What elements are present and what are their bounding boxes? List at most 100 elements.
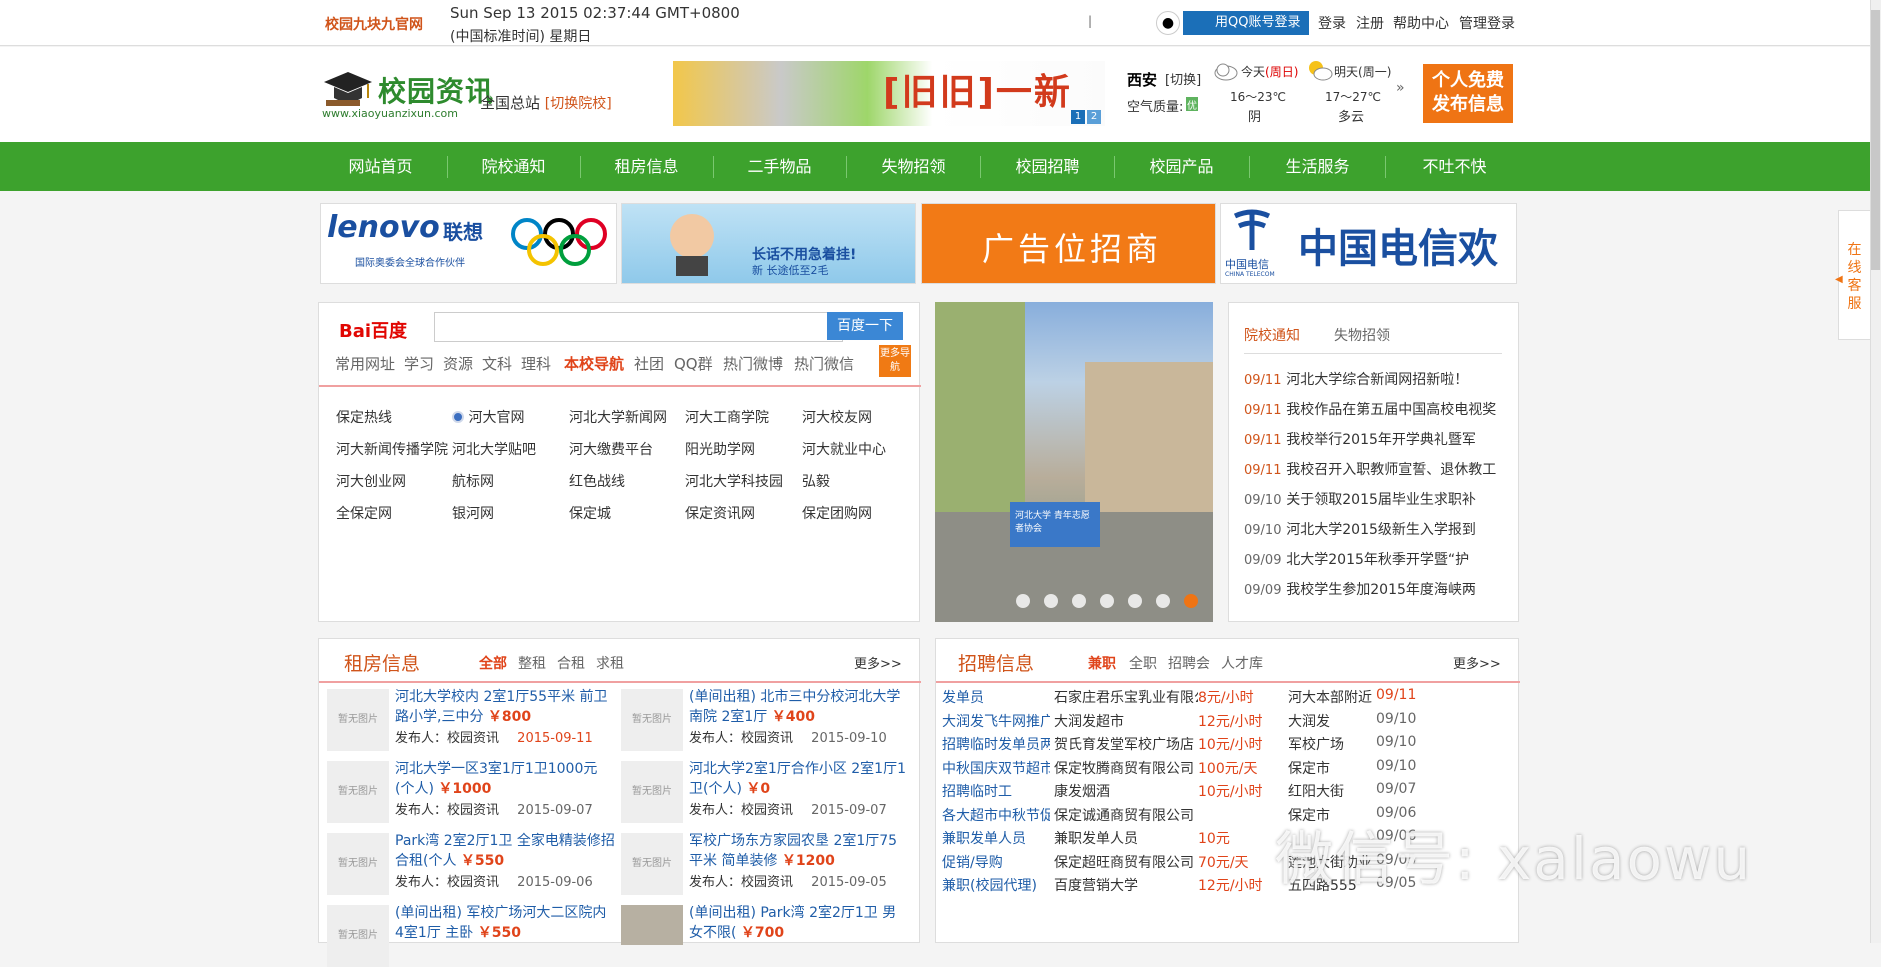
- job-row[interactable]: 招聘临时发单员两名贺氏育发堂军校广场店10元/小时 军校广场 09/10: [936, 734, 1520, 756]
- job-role[interactable]: 发单员: [942, 687, 1050, 707]
- rent-filter-shared[interactable]: 合租: [557, 653, 585, 673]
- job-role[interactable]: 兼职(校园代理): [942, 875, 1050, 895]
- nav-life-services[interactable]: 生活服务: [1251, 142, 1384, 191]
- rent-listing[interactable]: (单间出租) Park湾 2室2厅1卫 男女不限( ￥700: [689, 903, 909, 943]
- photo-slider[interactable]: 河北大学 青年志愿者协会: [935, 302, 1213, 622]
- nav-link[interactable]: 河大缴费平台: [569, 439, 653, 459]
- nav-link[interactable]: 阳光助学网: [685, 439, 755, 459]
- rent-listing[interactable]: (单间出租) 北市三中分校河北大学南院 2室1厅 ￥400 发布人：校园资讯 2…: [689, 687, 909, 746]
- register-link[interactable]: 注册: [1356, 13, 1384, 33]
- tab-common-sites[interactable]: 常用网址: [335, 353, 395, 374]
- nav-link[interactable]: 红色战线: [569, 471, 625, 491]
- search-input[interactable]: [434, 312, 843, 342]
- nav-link[interactable]: 河大新闻传播学院: [336, 439, 448, 459]
- job-role[interactable]: 中秋国庆双节超市临: [942, 758, 1050, 778]
- notice-item[interactable]: 09/11 我校作品在第五届中国高校电视奖: [1244, 399, 1496, 419]
- slide-dot[interactable]: [1128, 594, 1142, 608]
- rent-listing[interactable]: 军校广场东方家园农垦 2室1厅75平米 简单装修 ￥1200 发布人：校园资讯 …: [689, 831, 909, 890]
- qq-login-button[interactable]: ● 用QQ账号登录: [1156, 11, 1309, 35]
- jobs-filter-fair[interactable]: 招聘会: [1168, 653, 1210, 673]
- nav-link[interactable]: 保定团购网: [802, 503, 872, 523]
- notice-item[interactable]: 09/10 河北大学2015级新生入学报到: [1244, 519, 1476, 539]
- job-role[interactable]: 大润发飞牛网推广人: [942, 711, 1050, 731]
- nav-link[interactable]: 保定城: [569, 503, 611, 523]
- nav-school-notice[interactable]: 院校通知: [447, 142, 580, 191]
- tab-hot-weibo[interactable]: 热门微博: [723, 353, 783, 374]
- more-nav-button[interactable]: 更多导航: [879, 345, 911, 377]
- nav-link[interactable]: 银河网: [452, 503, 494, 523]
- nav-campus-jobs[interactable]: 校园招聘: [981, 142, 1114, 191]
- job-row[interactable]: 招聘临时工 康发烟酒 10元/小时 红阳大街 09/07: [936, 781, 1520, 803]
- job-row[interactable]: 发单员石家庄君乐宝乳业有限公司8元/小时 河大本部附近09/11: [936, 687, 1520, 709]
- notice-item[interactable]: 09/11 河北大学综合新闻网招新啦！: [1244, 369, 1468, 389]
- rent-filter-whole[interactable]: 整租: [518, 653, 546, 673]
- nav-link[interactable]: 全保定网: [336, 503, 392, 523]
- job-row[interactable]: 大润发飞牛网推广人大润发超市 12元/小时 大润发 09/10: [936, 711, 1520, 733]
- slide-dot[interactable]: [1156, 594, 1170, 608]
- slide-dot[interactable]: [1044, 594, 1058, 608]
- online-service-tab[interactable]: ◀ 在 线 客 服: [1835, 210, 1870, 340]
- notice-item[interactable]: 09/10 关于领取2015届毕业生求职补: [1244, 489, 1476, 509]
- slide-dot[interactable]: [1072, 594, 1086, 608]
- notice-item[interactable]: 09/11 我校举行2015年开学典礼暨军: [1244, 429, 1476, 449]
- header-banner-ad[interactable]: [旧旧]一新 1 2: [673, 61, 1105, 126]
- tab-qq-groups[interactable]: QQ群: [674, 353, 713, 374]
- city-switch-link[interactable]: [切换]: [1165, 69, 1201, 88]
- slide-dot[interactable]: [1100, 594, 1114, 608]
- rent-filter-wanted[interactable]: 求租: [596, 653, 624, 673]
- scrollbar-thumb[interactable]: [1871, 10, 1880, 270]
- switch-school-link[interactable]: [切换院校]: [545, 96, 612, 112]
- publish-info-button[interactable]: 个人免费 发布信息: [1423, 64, 1513, 123]
- tab-study[interactable]: 学习: [404, 353, 434, 374]
- tab-clubs[interactable]: 社团: [634, 353, 664, 374]
- nav-rent[interactable]: 租房信息: [580, 142, 713, 191]
- tab-hot-wechat[interactable]: 热门微信: [794, 353, 854, 374]
- job-row[interactable]: 中秋国庆双节超市临保定牧腾商贸有限公司100元/天 保定市 09/10: [936, 758, 1520, 780]
- nav-link[interactable]: 航标网: [452, 471, 494, 491]
- rent-listing[interactable]: 河北大学校内 2室1厅55平米 前卫路小学,三中分 ￥800 发布人：校园资讯 …: [395, 687, 615, 746]
- tab-school-nav[interactable]: 本校导航: [564, 353, 624, 374]
- nav-link[interactable]: 河大就业中心: [802, 439, 886, 459]
- nav-link[interactable]: 河北大学新闻网: [569, 407, 667, 427]
- notice-item[interactable]: 09/09 我校学生参加2015年度海峡两: [1244, 579, 1476, 599]
- job-role[interactable]: 各大超市中秋节促销: [942, 805, 1050, 825]
- notice-item[interactable]: 09/11 我校召开入职教师宣誓、退休教工: [1244, 459, 1496, 479]
- rent-listing[interactable]: 河北大学2室1厅合作小区 2室1厅1卫(个人) ￥0 发布人：校园资讯 2015…: [689, 759, 909, 818]
- ad-page-2[interactable]: 2: [1087, 110, 1101, 124]
- tab-arts[interactable]: 文科: [482, 353, 512, 374]
- job-role[interactable]: 招聘临时工: [942, 781, 1050, 801]
- job-role[interactable]: 兼职发单人员: [942, 828, 1050, 848]
- nav-link[interactable]: 河大创业网: [336, 471, 406, 491]
- baidu-search-button[interactable]: 百度一下: [827, 312, 903, 340]
- help-center-link[interactable]: 帮助中心: [1393, 13, 1449, 33]
- rent-listing[interactable]: (单间出租) 军校广场河大二区院内 4室1厅 主卧 ￥550: [395, 903, 615, 943]
- job-role[interactable]: 促销/导购: [942, 852, 1050, 872]
- weather-more-icon[interactable]: »: [1396, 80, 1405, 96]
- tab-lost-found[interactable]: 失物招领: [1334, 325, 1390, 345]
- login-link[interactable]: 登录: [1318, 13, 1346, 33]
- jobs-filter-talent[interactable]: 人才库: [1221, 653, 1263, 673]
- lenovo-ad[interactable]: lenovo 联想 国际奥委会全球合作伙伴: [320, 203, 617, 284]
- nav-link[interactable]: 河大官网: [452, 407, 524, 427]
- jobs-filter-fulltime[interactable]: 全职: [1129, 653, 1157, 673]
- nav-second-hand[interactable]: 二手物品: [713, 142, 846, 191]
- nav-link[interactable]: 保定资讯网: [685, 503, 755, 523]
- nav-link[interactable]: 保定热线: [336, 407, 392, 427]
- jobs-more-link[interactable]: 更多>>: [1453, 653, 1501, 672]
- rent-filter-all[interactable]: 全部: [479, 653, 507, 673]
- nav-link[interactable]: 河大工商学院: [685, 407, 769, 427]
- admin-login-link[interactable]: 管理登录: [1459, 13, 1515, 33]
- site-name-link[interactable]: 校园九块九官网: [325, 14, 423, 34]
- nav-campus-products[interactable]: 校园产品: [1115, 142, 1248, 191]
- nav-link[interactable]: 河大校友网: [802, 407, 872, 427]
- slide-dot-active[interactable]: [1184, 594, 1198, 608]
- ad-space-recruit[interactable]: 广告位招商: [921, 203, 1216, 284]
- nav-link[interactable]: 河北大学科技园: [685, 471, 783, 491]
- nav-home[interactable]: 网站首页: [314, 142, 447, 191]
- tab-school-notice[interactable]: 院校通知: [1244, 325, 1300, 345]
- mobile-plan-ad[interactable]: 长话不用急着挂! 新 长途低至2毛: [621, 203, 916, 284]
- tab-science[interactable]: 理科: [521, 353, 551, 374]
- nav-rant[interactable]: 不吐不快: [1388, 142, 1521, 191]
- job-role[interactable]: 招聘临时发单员两名: [942, 734, 1050, 754]
- nav-lost-found[interactable]: 失物招领: [847, 142, 980, 191]
